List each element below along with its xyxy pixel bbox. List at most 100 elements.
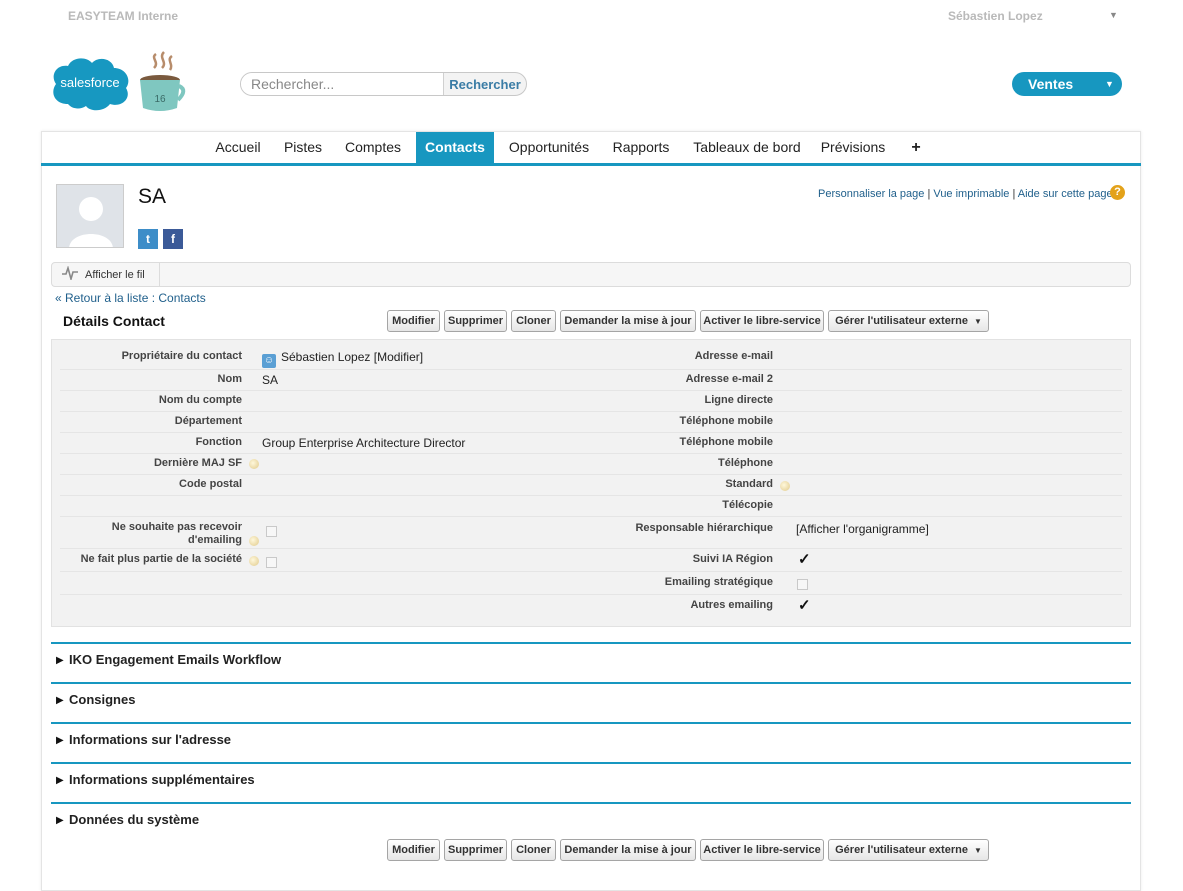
contact-avatar (56, 184, 124, 248)
enable-self-service-button[interactable]: Activer le libre-service (700, 310, 824, 332)
clone-button[interactable]: Cloner (511, 310, 556, 332)
section-consignes[interactable]: ▶ Consignes (51, 682, 1131, 720)
owner-change-link[interactable]: [Modifier] (374, 350, 423, 364)
opt-out-label: Ne souhaite pas recevoir d'emailing (112, 521, 242, 547)
user-menu-caret-icon[interactable]: ▼ (1109, 10, 1118, 20)
link-separator: | (927, 188, 931, 200)
search-bar: Rechercher (240, 72, 527, 96)
enable-self-service-button[interactable]: Activer le libre-service (700, 839, 824, 861)
section-additional-info[interactable]: ▶ Informations supplémentaires (51, 762, 1131, 800)
section-iko-engagement[interactable]: ▶ IKO Engagement Emails Workflow (51, 642, 1131, 680)
info-icon[interactable] (249, 536, 259, 546)
show-feed-label: Afficher le fil (85, 269, 145, 281)
breadcrumb-prefix: « Retour à la liste : (55, 291, 159, 305)
show-feed-button[interactable]: Afficher le fil (52, 263, 160, 286)
department-label: Département (174, 415, 242, 427)
user-silhouette-icon (69, 197, 113, 247)
page-links: Personnaliser la page | Vue imprimable |… (818, 188, 1113, 200)
app-switcher-label: Ventes (1028, 76, 1074, 92)
owner-name-link[interactable]: Sébastien Lopez (281, 350, 370, 364)
checkmark-icon: ✓ (798, 597, 811, 614)
manage-external-user-dropdown[interactable]: Gérer l'utilisateur externe ▼ (828, 839, 989, 861)
zip-label: Code postal (179, 478, 242, 490)
request-update-button[interactable]: Demander la mise à jour (560, 310, 696, 332)
expand-arrow-icon: ▶ (56, 695, 64, 706)
release-mug-logo: 16 (140, 51, 186, 111)
name-value: SA (262, 373, 279, 387)
left-company-checkbox (266, 557, 277, 568)
mobile-label: Téléphone mobile (679, 415, 773, 427)
printable-view-link[interactable]: Vue imprimable (933, 188, 1009, 200)
opt-out-checkbox (266, 526, 277, 537)
breadcrumb[interactable]: « Retour à la liste : Contacts (55, 291, 206, 305)
checkmark-icon: ✓ (798, 551, 811, 568)
name-label: Nom (217, 373, 242, 385)
feed-pulse-icon (62, 265, 78, 283)
expand-arrow-icon: ▶ (56, 815, 64, 826)
tab-tableaux-de-bord[interactable]: Tableaux de bord (688, 132, 806, 163)
salesforce-logo[interactable]: salesforce (48, 54, 132, 112)
org-name: EASYTEAM Interne (68, 9, 179, 23)
tab-rapports[interactable]: Rapports (607, 132, 675, 163)
edit-button[interactable]: Modifier (387, 839, 440, 861)
help-icon[interactable]: ? (1110, 185, 1125, 200)
org-chart-link[interactable]: [Afficher l'organigramme] (796, 522, 929, 536)
phone-label: Téléphone (717, 457, 773, 469)
tab-pistes[interactable]: Pistes (275, 132, 331, 163)
last-update-label: Dernière MAJ SF (153, 457, 242, 469)
switchboard-label: Standard (725, 478, 773, 490)
delete-button[interactable]: Supprimer (444, 310, 507, 332)
user-menu[interactable]: Sébastien Lopez (948, 9, 1043, 23)
link-separator: | (1012, 188, 1016, 200)
tab-accueil[interactable]: Accueil (206, 132, 270, 163)
email-label: Adresse e-mail (694, 350, 773, 362)
help-link[interactable]: Aide sur cette page (1018, 188, 1113, 200)
manager-label: Responsable hiérarchique (635, 522, 773, 534)
twitter-icon[interactable]: t (138, 229, 158, 249)
mobile2-label: Téléphone mobile (679, 436, 773, 448)
opt-out-label-line-2: d'emailing (188, 534, 242, 546)
clone-button[interactable]: Cloner (511, 839, 556, 861)
contact-name-heading: SA (138, 185, 167, 208)
info-icon[interactable] (249, 556, 259, 566)
info-icon[interactable] (249, 459, 259, 469)
feed-bar: Afficher le fil (51, 262, 1131, 287)
tab-opportunites[interactable]: Opportunités (503, 132, 595, 163)
facebook-icon[interactable]: f (163, 229, 183, 249)
section-title: Informations supplémentaires (69, 772, 255, 787)
title-label: Fonction (195, 436, 242, 448)
search-button[interactable]: Rechercher (444, 73, 526, 95)
tab-comptes[interactable]: Comptes (338, 132, 408, 163)
tab-previsions[interactable]: Prévisions (817, 132, 889, 163)
chevron-down-icon: ▼ (973, 317, 982, 326)
edit-button[interactable]: Modifier (387, 310, 440, 332)
owner-label: Propriétaire du contact (121, 350, 242, 362)
customize-page-link[interactable]: Personnaliser la page (818, 188, 924, 200)
title-value: Group Enterprise Architecture Director (262, 436, 466, 450)
strategic-emailing-label: Emailing stratégique (664, 576, 773, 588)
app-switcher[interactable]: Ventes ▼ (1012, 72, 1122, 96)
breadcrumb-contacts-link[interactable]: Contacts (158, 291, 205, 305)
section-title: IKO Engagement Emails Workflow (69, 652, 282, 667)
tab-contacts[interactable]: Contacts (416, 132, 494, 163)
strategic-emailing-checkbox (797, 579, 808, 590)
tab-add-icon[interactable]: + (905, 132, 927, 163)
opt-out-label-line-1: Ne souhaite pas recevoir (111, 521, 242, 533)
email2-label: Adresse e-mail 2 (685, 373, 773, 385)
search-input[interactable] (241, 73, 444, 95)
section-title: Données du système (69, 812, 200, 827)
user-icon: ☺ (262, 354, 276, 368)
left-company-label: Ne fait plus partie de la société (80, 553, 242, 565)
manage-external-user-dropdown[interactable]: Gérer l'utilisateur externe ▼ (828, 310, 989, 332)
manage-external-user-label: Gérer l'utilisateur externe (835, 844, 968, 856)
account-label: Nom du compte (158, 394, 242, 406)
section-address-info[interactable]: ▶ Informations sur l'adresse (51, 722, 1131, 760)
other-emailing-label: Autres emailing (690, 599, 773, 611)
request-update-button[interactable]: Demander la mise à jour (560, 839, 696, 861)
fax-label: Télécopie (722, 499, 773, 511)
info-icon[interactable] (780, 481, 790, 491)
details-section-title: Détails Contact (63, 313, 165, 329)
ia-region-label: Suivi IA Région (692, 553, 773, 565)
delete-button[interactable]: Supprimer (444, 839, 507, 861)
section-system-data[interactable]: ▶ Données du système (51, 802, 1131, 840)
